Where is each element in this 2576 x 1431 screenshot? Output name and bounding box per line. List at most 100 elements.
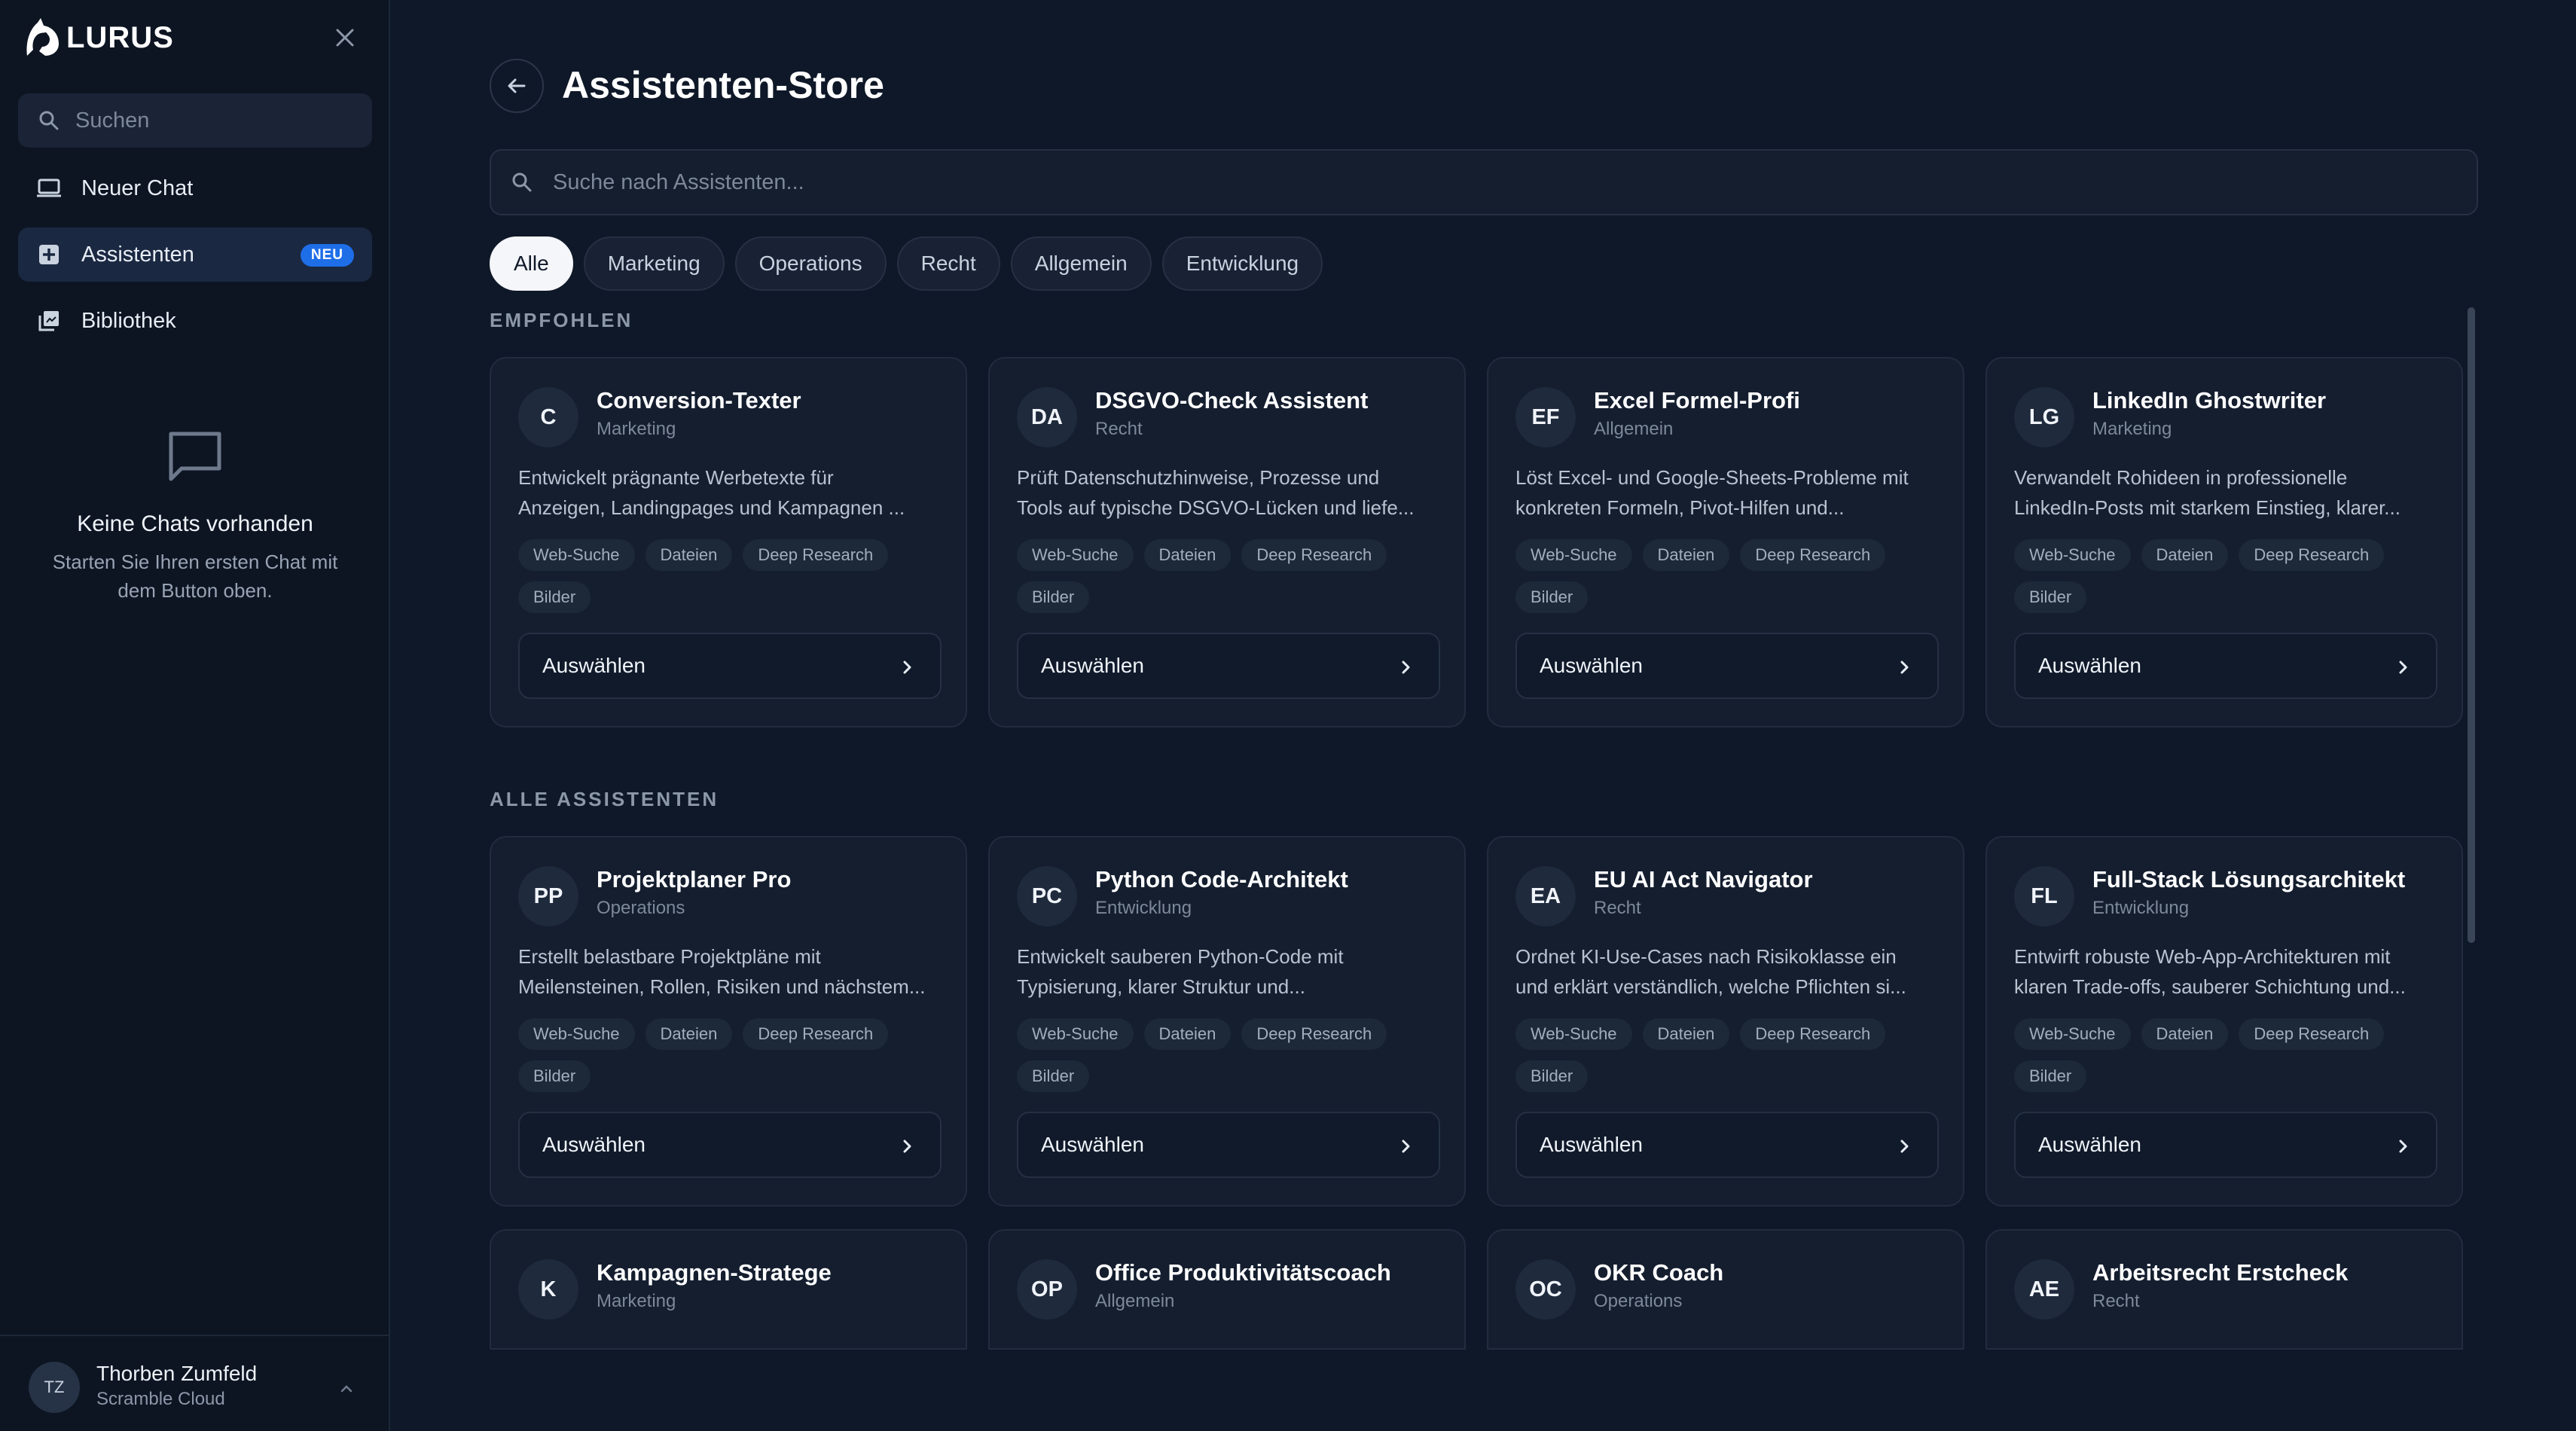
close-sidebar-icon[interactable]: [331, 24, 359, 51]
capability-tag: Deep Research: [743, 539, 889, 571]
select-assistant-button[interactable]: Auswählen: [518, 1112, 942, 1178]
capability-tag: Deep Research: [1241, 539, 1387, 571]
select-label: Auswählen: [1041, 1133, 1144, 1156]
assistant-category: Allgemein: [1594, 419, 1674, 439]
assistant-category: Marketing: [597, 1291, 676, 1311]
chevron-right-icon: [2399, 661, 2407, 674]
sidebar-search[interactable]: [18, 93, 372, 148]
select-assistant-button[interactable]: Auswählen: [518, 633, 942, 699]
sidebar-search-input[interactable]: [75, 108, 362, 133]
assistant-card[interactable]: AE Arbeitsrecht Erstcheck Recht: [1985, 1229, 2463, 1350]
assistant-title: Python Code-Architekt: [1095, 866, 1348, 892]
back-button[interactable]: [490, 59, 544, 113]
new-badge: NEU: [300, 244, 354, 267]
category-filters: Alle Marketing Operations Recht Allgemei…: [490, 236, 1323, 291]
logo[interactable]: LURUS: [23, 17, 174, 59]
assistant-card[interactable]: EF Excel Formel-Profi Allgemein Löst Excel-…: [1487, 357, 1964, 728]
assistant-card[interactable]: PC Python Code-Architekt Entwicklung Entwic…: [988, 836, 1466, 1207]
assistant-category: Entwicklung: [1095, 898, 1192, 918]
assistant-avatar: K: [518, 1259, 578, 1320]
capability-tag: Web-Suche: [518, 1018, 635, 1050]
capability-tag: Web-Suche: [1515, 1018, 1632, 1050]
scrollbar[interactable]: [2468, 307, 2475, 943]
assistant-search-input[interactable]: [553, 169, 2361, 195]
select-assistant-button[interactable]: Auswählen: [1017, 633, 1440, 699]
assistant-avatar: C: [518, 387, 578, 447]
capability-tag: Bilder: [1515, 1060, 1589, 1092]
capability-tag: Dateien: [1642, 539, 1730, 571]
select-assistant-button[interactable]: Auswählen: [1515, 633, 1939, 699]
assistant-title: OKR Coach: [1594, 1259, 1724, 1286]
capability-tag: Dateien: [645, 539, 733, 571]
user-menu[interactable]: TZ Thorben Zumfeld Scramble Cloud: [0, 1335, 390, 1431]
capability-tag: Web-Suche: [2014, 539, 2131, 571]
sidebar-item-label: Bibliothek: [81, 308, 176, 333]
assistant-search[interactable]: [490, 149, 2478, 215]
capability-tags: Web-Suche Dateien Deep Research Bilder: [2014, 1018, 2443, 1092]
page-title: Assistenten-Store: [562, 64, 884, 106]
assistant-title: LinkedIn Ghostwriter: [2092, 387, 2327, 413]
assistant-avatar: LG: [2014, 387, 2074, 447]
sidebar-item-new-chat[interactable]: Neuer Chat: [18, 161, 372, 215]
chevron-up-icon[interactable]: [336, 1378, 357, 1399]
filter-chip-recht[interactable]: Recht: [896, 236, 1000, 291]
filter-chip-allgemein[interactable]: Allgemein: [1010, 236, 1152, 291]
filter-chip-entwicklung[interactable]: Entwicklung: [1161, 236, 1323, 291]
assistant-category: Recht: [1594, 898, 1641, 918]
select-assistant-button[interactable]: Auswählen: [1515, 1112, 1939, 1178]
section-all: ALLE ASSISTENTEN: [490, 788, 719, 810]
assistant-category: Operations: [1594, 1291, 1683, 1311]
filter-chip-marketing[interactable]: Marketing: [583, 236, 725, 291]
capability-tags: Web-Suche Dateien Deep Research Bilder: [1017, 539, 1446, 613]
assistant-title: Projektplaner Pro: [597, 866, 792, 892]
capability-tag: Dateien: [2141, 539, 2229, 571]
capability-tag: Bilder: [2014, 1060, 2087, 1092]
capability-tag: Deep Research: [1241, 1018, 1387, 1050]
assistant-card[interactable]: K Kampagnen-Stratege Marketing: [490, 1229, 967, 1350]
assistant-card[interactable]: OC OKR Coach Operations: [1487, 1229, 1964, 1350]
assistant-card[interactable]: PP Projektplaner Pro Operations Erstellt be…: [490, 836, 967, 1207]
capability-tag: Deep Research: [743, 1018, 889, 1050]
assistant-description: Entwickelt sauberen Python-Code mit Typis…: [1017, 945, 1344, 998]
assistant-card[interactable]: EA EU AI Act Navigator Recht Ordnet KI-Use-…: [1487, 836, 1964, 1207]
filter-chip-all[interactable]: Alle: [490, 236, 573, 291]
select-assistant-button[interactable]: Auswählen: [2014, 1112, 2437, 1178]
chevron-right-icon: [1900, 661, 1909, 674]
select-label: Auswählen: [542, 654, 646, 677]
sidebar-item-library[interactable]: Bibliothek: [18, 294, 372, 348]
assistant-category: Recht: [1095, 419, 1143, 439]
sidebar-item-assistants[interactable]: Assistenten NEU: [18, 227, 372, 282]
assistant-avatar: DA: [1017, 387, 1077, 447]
assistant-category: Marketing: [597, 419, 676, 439]
assistant-title: Conversion-Texter: [597, 387, 801, 413]
filter-chip-operations[interactable]: Operations: [734, 236, 887, 291]
capability-tag: Deep Research: [2239, 539, 2385, 571]
assistant-card[interactable]: DA DSGVO-Check Assistent Recht Prüft Datens…: [988, 357, 1466, 728]
capability-tag: Web-Suche: [2014, 1018, 2131, 1050]
select-assistant-button[interactable]: Auswählen: [2014, 633, 2437, 699]
capability-tag: Dateien: [2141, 1018, 2229, 1050]
capability-tags: Web-Suche Dateien Deep Research Bilder: [1017, 1018, 1446, 1092]
select-assistant-button[interactable]: Auswählen: [1017, 1112, 1440, 1178]
capability-tag: Bilder: [2014, 581, 2087, 613]
fox-logo-icon: [26, 18, 59, 56]
assistant-description: Prüft Datenschutzhinweise, Prozesse und T…: [1017, 466, 1415, 519]
assistant-description: Entwirft robuste Web-App-Architekturen m…: [2014, 945, 2406, 998]
arrow-left-icon: [508, 78, 526, 93]
assistant-title: Excel Formel-Profi: [1594, 387, 1800, 413]
assistant-avatar: OC: [1515, 1259, 1576, 1320]
capability-tag: Dateien: [1642, 1018, 1730, 1050]
capability-tag: Deep Research: [1740, 539, 1886, 571]
assistant-card[interactable]: C Conversion-Texter Marketing Entwickelt pr…: [490, 357, 967, 728]
assistant-avatar: PC: [1017, 866, 1077, 926]
capability-tag: Bilder: [1017, 581, 1090, 613]
search-icon: [39, 111, 59, 130]
assistant-card[interactable]: OP Office Produktivitätscoach Allgemein: [988, 1229, 1466, 1350]
assistant-title: Full-Stack Lösungsarchitekt: [2092, 866, 2406, 892]
assistant-card[interactable]: FL Full-Stack Lösungsarchitekt Entwicklung…: [1985, 836, 2463, 1207]
chevron-right-icon: [1402, 1140, 1410, 1153]
assistant-card[interactable]: LG LinkedIn Ghostwriter Marketing Verwandel…: [1985, 357, 2463, 728]
capability-tag: Web-Suche: [1515, 539, 1632, 571]
assistant-avatar: OP: [1017, 1259, 1077, 1320]
capability-tags: Web-Suche Dateien Deep Research Bilder: [518, 1018, 948, 1092]
